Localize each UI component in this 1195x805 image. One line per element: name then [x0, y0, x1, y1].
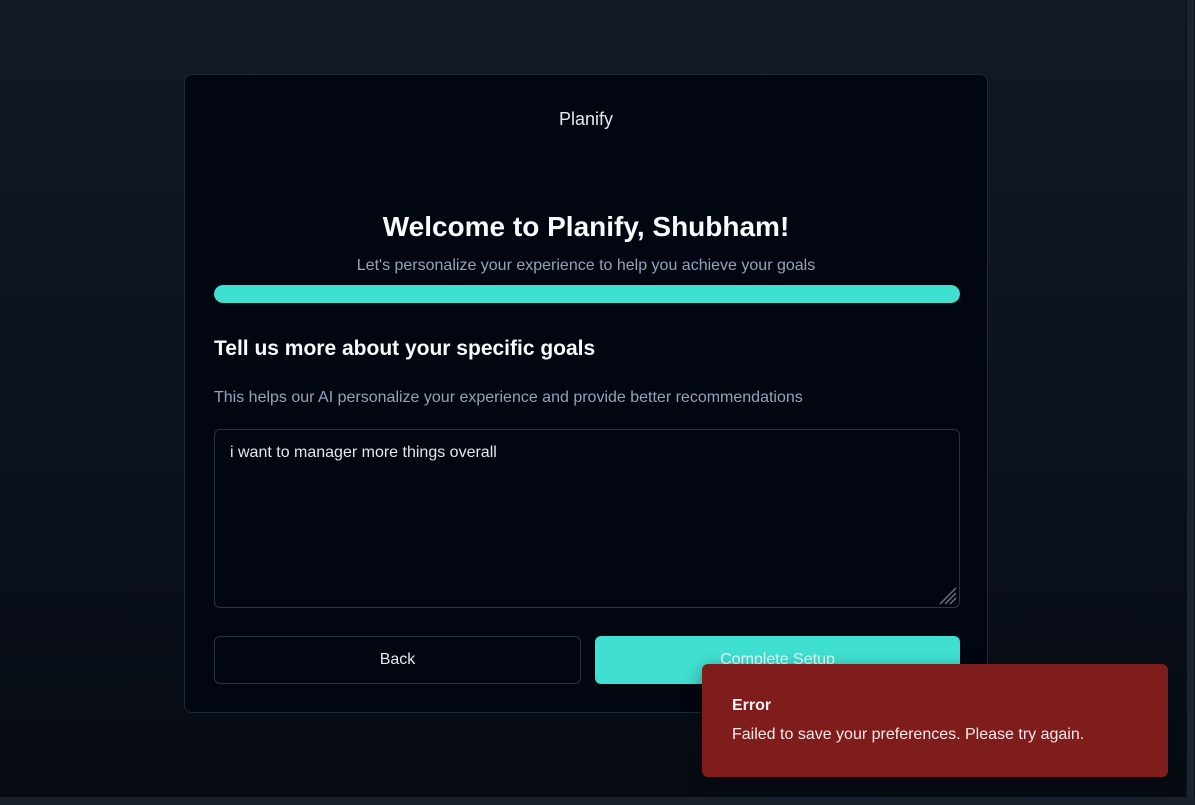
goals-heading: Tell us more about your specific goals: [214, 337, 596, 360]
resize-grip-icon[interactable]: [935, 583, 957, 605]
back-button[interactable]: Back: [214, 636, 581, 684]
page-scrollbar-track[interactable]: [1186, 0, 1195, 797]
goals-textarea[interactable]: i want to manager more things overall: [214, 429, 960, 608]
welcome-subtitle: Let's personalize your experience to hel…: [356, 257, 816, 274]
goals-description: This helps our AI personalize your exper…: [214, 389, 803, 406]
goals-textarea-value: i want to manager more things overall: [230, 444, 497, 461]
onboarding-progress-fill: [214, 285, 960, 303]
toast-message: Failed to save your preferences. Please …: [732, 726, 1085, 743]
toast-title: Error: [732, 697, 772, 714]
onboarding-card: Planify Welcome to Planify, Shubham! Let…: [184, 74, 988, 713]
window-bottom-edge: [0, 797, 1195, 805]
brand-name: Planify: [558, 109, 614, 129]
welcome-title: Welcome to Planify, Shubham!: [382, 211, 790, 242]
onboarding-progress-bar: [214, 285, 960, 303]
error-toast[interactable]: Error Failed to save your preferences. P…: [702, 664, 1168, 777]
page-scrollbar-thumb[interactable]: [1187, 0, 1194, 797]
